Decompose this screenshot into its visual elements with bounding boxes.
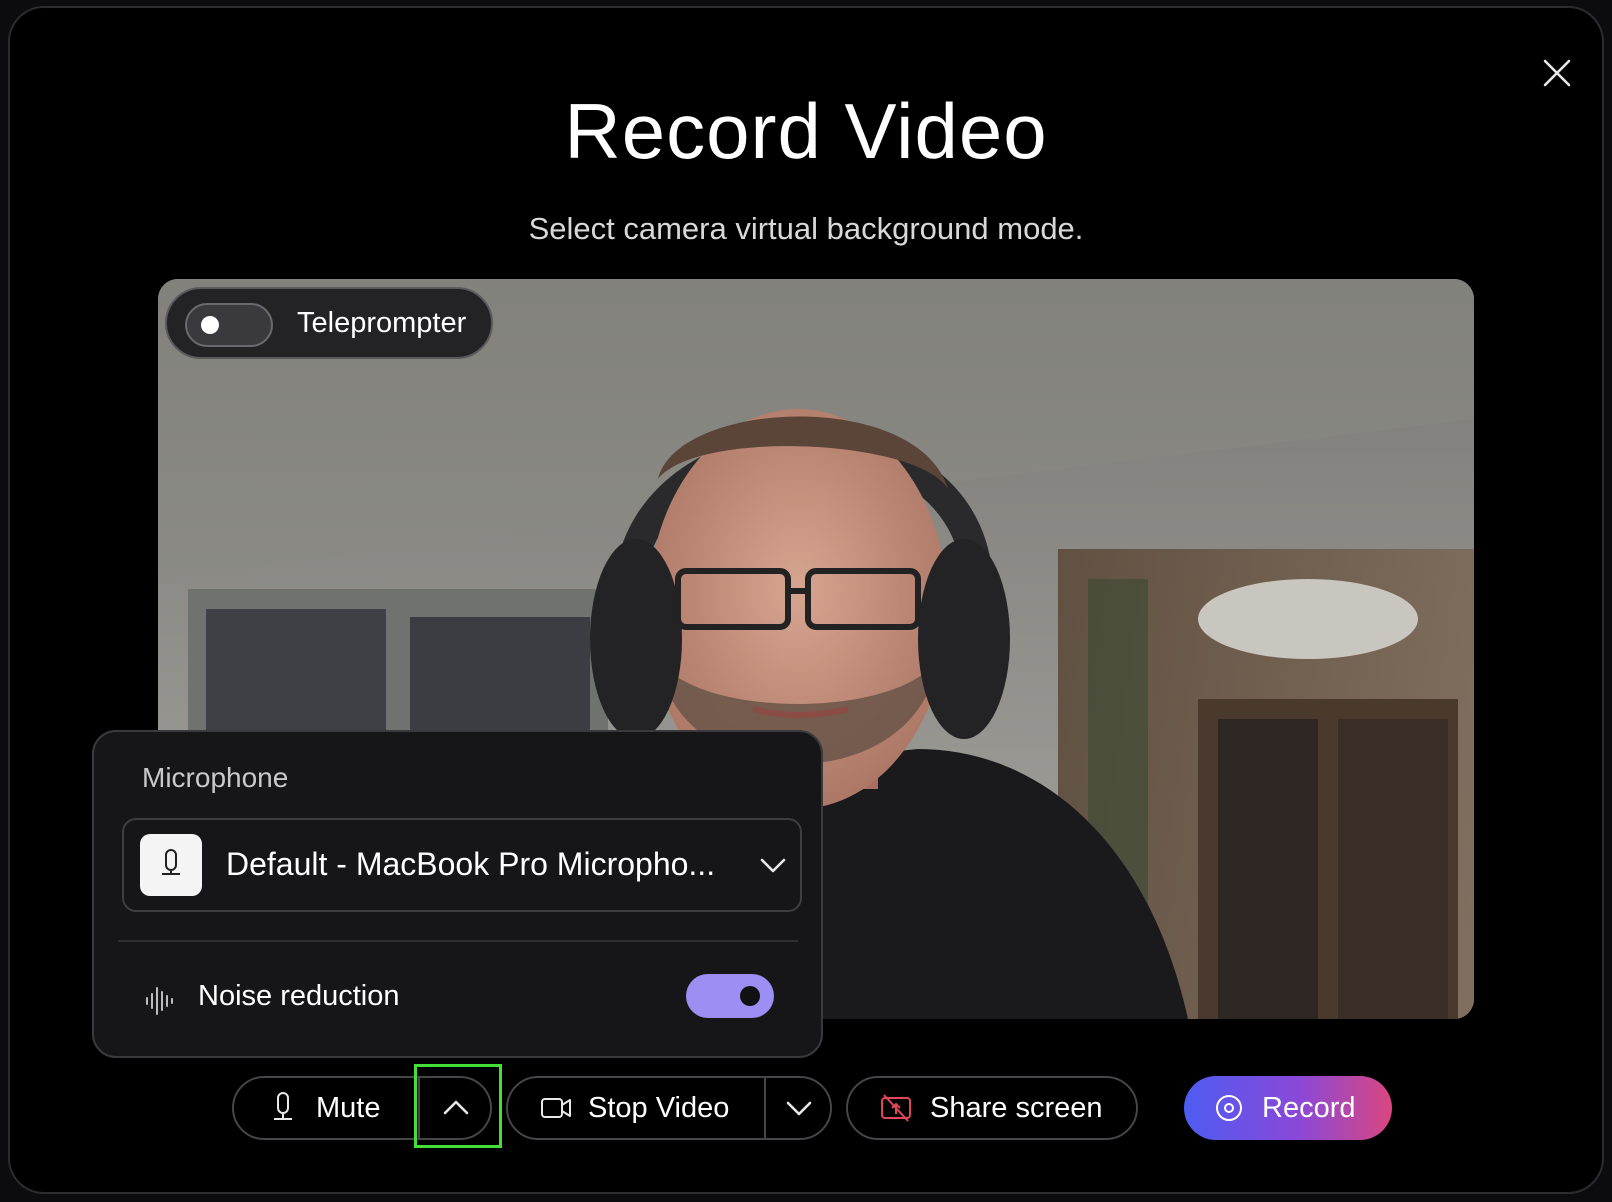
toggle-knob <box>740 986 760 1006</box>
share-screen-off-icon <box>881 1094 911 1122</box>
record-video-dialog: Record Video Select camera virtual backg… <box>8 6 1604 1194</box>
video-control-group: Stop Video <box>506 1076 832 1140</box>
dialog-title: Record Video <box>564 87 1048 175</box>
teleprompter-label: Teleprompter <box>297 307 467 339</box>
video-camera-icon <box>541 1098 571 1118</box>
microphone-icon <box>274 1092 292 1120</box>
panel-divider <box>118 940 798 942</box>
audio-waveform-icon <box>144 986 176 1021</box>
microphone-device-select[interactable]: Default - MacBook Pro Micropho... <box>122 818 802 912</box>
microphone-settings-panel: Microphone Default - MacBook Pro Microph… <box>92 730 823 1058</box>
selection-highlight <box>414 1064 502 1148</box>
record-icon <box>1216 1095 1242 1121</box>
stop-video-button[interactable]: Stop Video <box>540 1078 760 1138</box>
microphone-icon <box>140 834 202 896</box>
share-screen-group: Share screen <box>846 1076 1138 1140</box>
record-label: Record <box>1262 1091 1356 1124</box>
camera-options-button[interactable] <box>766 1078 832 1138</box>
noise-reduction-label: Noise reduction <box>198 980 400 1012</box>
microphone-selected-device: Default - MacBook Pro Micropho... <box>226 846 716 882</box>
teleprompter-control: Teleprompter <box>165 287 493 359</box>
mute-label: Mute <box>316 1091 381 1124</box>
teleprompter-toggle[interactable] <box>185 303 273 347</box>
record-button[interactable]: Record <box>1184 1076 1392 1140</box>
close-icon <box>1543 59 1571 87</box>
chevron-down-icon <box>758 850 788 885</box>
share-screen-button[interactable]: Share screen <box>880 1078 1130 1138</box>
toggle-knob <box>201 316 219 334</box>
microphone-heading: Microphone <box>142 762 289 793</box>
dialog-subtitle: Select camera virtual background mode. <box>528 211 1084 246</box>
noise-reduction-toggle[interactable] <box>686 974 774 1018</box>
stop-video-label: Stop Video <box>588 1091 730 1124</box>
chevron-down-icon <box>786 1101 812 1116</box>
share-screen-label: Share screen <box>930 1091 1103 1124</box>
mute-button[interactable]: Mute <box>270 1078 410 1138</box>
